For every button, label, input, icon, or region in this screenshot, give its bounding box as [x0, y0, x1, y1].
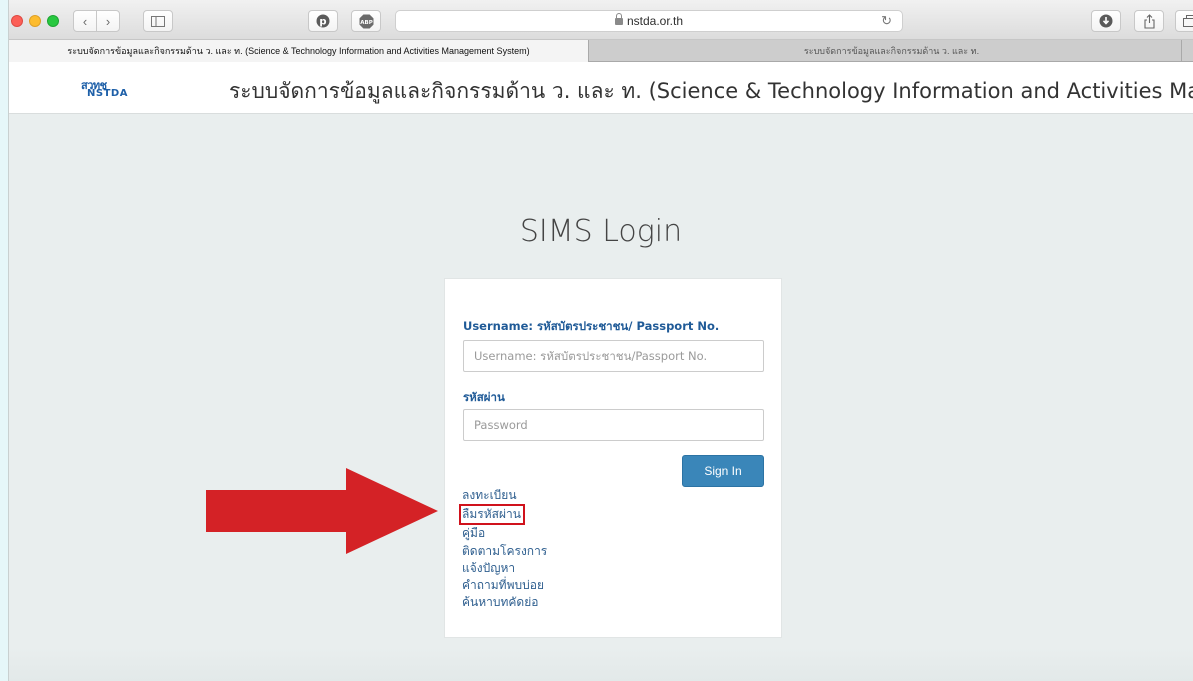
share-button[interactable] — [1134, 10, 1164, 32]
address-bar[interactable]: nstda.or.th ↻ — [395, 10, 903, 32]
tabs-icon — [1183, 14, 1193, 27]
forward-button[interactable]: › — [96, 10, 120, 32]
manual-link[interactable]: คู่มือ — [462, 525, 662, 542]
sign-in-button[interactable]: Sign In — [682, 455, 764, 487]
share-icon — [1143, 13, 1155, 29]
faq-link[interactable]: คำถามที่พบบ่อย — [462, 577, 662, 594]
logo-en-text: NSTDA — [87, 88, 128, 99]
tab-bar: ระบบจัดการข้อมูลและกิจกรรมด้าน ว. และ ท.… — [9, 40, 1193, 62]
svg-text:p: p — [319, 17, 326, 28]
zoom-window-button[interactable] — [47, 15, 59, 27]
browser-window: ‹ › p ABP nstda.or.th ↻ ระบบจัดการข้อมูล… — [8, 0, 1193, 681]
minimize-window-button[interactable] — [29, 15, 41, 27]
site-header: สวทช NSTDA ระบบจัดการข้อมูลและกิจกรรมด้า… — [9, 62, 1193, 114]
login-panel: Username: รหัสบัตรประชาชน/ Passport No. … — [444, 278, 782, 638]
page-footer-band — [9, 648, 1193, 681]
lock-icon — [614, 13, 623, 25]
password-label: รหัสผ่าน — [463, 390, 505, 404]
report-problem-link[interactable]: แจ้งปัญหา — [462, 560, 662, 577]
sidebar-icon — [151, 15, 165, 27]
svg-text:ABP: ABP — [360, 19, 372, 25]
track-project-link[interactable]: ติดตามโครงการ — [462, 543, 662, 560]
nstda-logo[interactable]: สวทช NSTDA — [77, 76, 151, 102]
back-button[interactable]: ‹ — [73, 10, 97, 32]
password-input[interactable] — [463, 409, 764, 441]
tab-active[interactable]: ระบบจัดการข้อมูลและกิจกรรมด้าน ว. และ ท.… — [9, 40, 589, 62]
abp-icon: ABP — [359, 14, 373, 28]
sidebar-button[interactable] — [143, 10, 173, 32]
adblock-button[interactable]: ABP — [351, 10, 381, 32]
red-arrow-annotation — [206, 468, 438, 554]
show-tabs-button[interactable] — [1175, 10, 1193, 32]
site-title: ระบบจัดการข้อมูลและกิจกรรมด้าน ว. และ ท.… — [229, 79, 1193, 103]
download-icon — [1099, 14, 1113, 28]
username-label: Username: รหัสบัตรประชาชน/ Passport No. — [463, 319, 720, 333]
browser-toolbar: ‹ › p ABP nstda.or.th ↻ — [9, 0, 1193, 40]
forgot-password-link[interactable]: ลืมรหัสผ่าน — [459, 504, 525, 526]
page-title: SIMS Login — [519, 214, 683, 249]
pinterest-button[interactable]: p — [308, 10, 338, 32]
search-abstract-link[interactable]: ค้นหาบทคัดย่อ — [462, 594, 662, 611]
close-window-button[interactable] — [11, 15, 23, 27]
pinterest-icon: p — [316, 14, 330, 28]
help-links: ลงทะเบียน ลืมรหัสผ่าน คู่มือ ติดตามโครงก… — [459, 487, 662, 611]
tab-inactive[interactable]: ระบบจัดการข้อมูลและกิจกรรมด้าน ว. และ ท. — [589, 40, 1193, 62]
chevron-left-icon: ‹ — [82, 13, 88, 29]
register-link[interactable]: ลงทะเบียน — [462, 487, 662, 504]
download-button[interactable] — [1091, 10, 1121, 32]
url-text: nstda.or.th — [626, 14, 684, 28]
new-tab-button[interactable] — [1181, 40, 1193, 62]
reload-icon[interactable]: ↻ — [881, 13, 892, 29]
chevron-right-icon: › — [105, 13, 111, 29]
username-input[interactable] — [463, 340, 764, 372]
